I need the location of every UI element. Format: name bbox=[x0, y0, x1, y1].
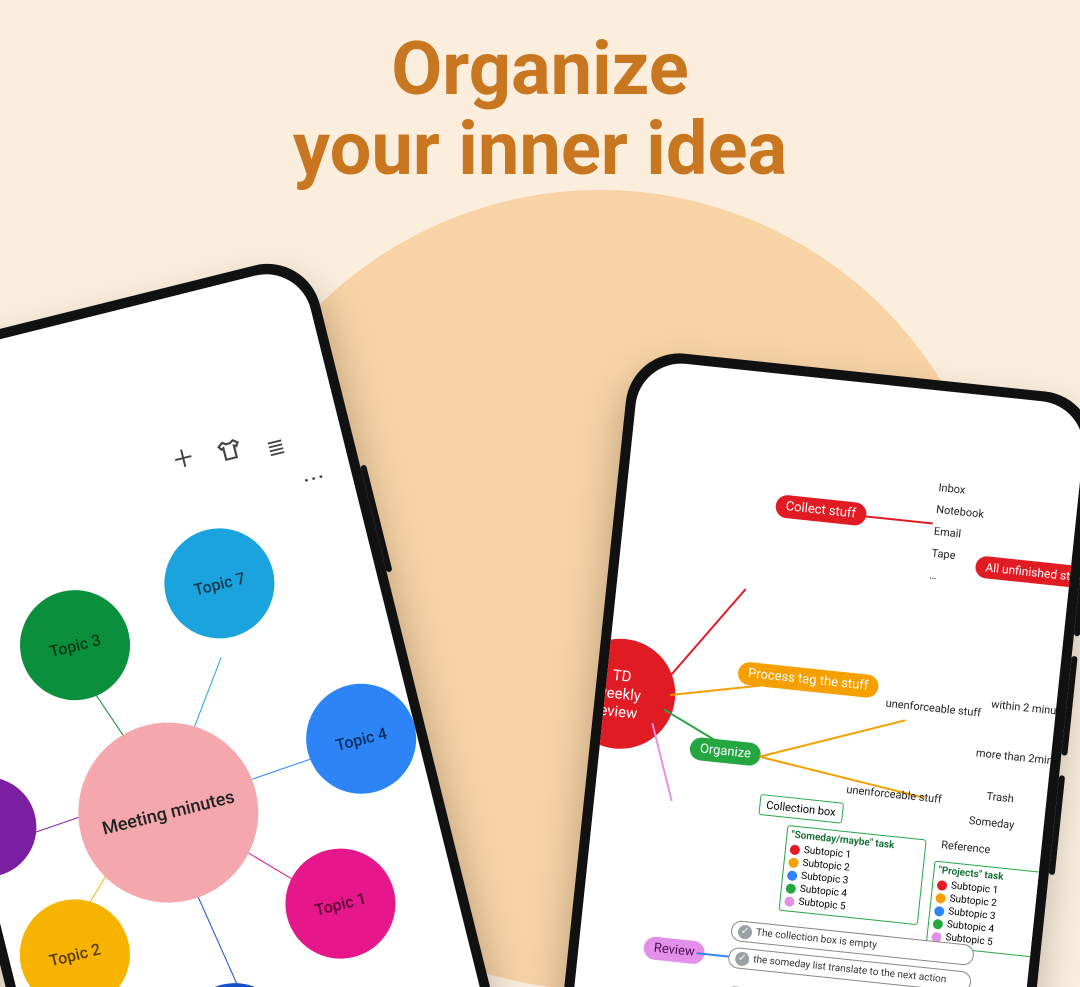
bullet-icon bbox=[785, 883, 796, 894]
node-label: Topic 2 bbox=[47, 939, 102, 970]
branch-organize[interactable]: Organize bbox=[689, 736, 762, 766]
headline-line2: your inner idea bbox=[293, 106, 787, 193]
bullet-icon bbox=[788, 857, 799, 868]
bullet-icon bbox=[934, 905, 945, 916]
task-someday[interactable]: "Someday/maybe" task Subtopic 1 Subtopic… bbox=[778, 825, 926, 925]
mindmap-node-topic3[interactable]: Topic 3 bbox=[8, 578, 141, 711]
box-collection[interactable]: Collection box bbox=[758, 794, 843, 824]
node-label: Topic 3 bbox=[47, 630, 102, 661]
bullet-icon bbox=[789, 844, 800, 855]
branch-all-unfinished[interactable]: All unfinished stuff bbox=[974, 555, 1080, 589]
gtd-tree-canvas[interactable]: TD veekly eview Collect stuff Inbox Note… bbox=[542, 359, 1080, 987]
leaf-notebook[interactable]: Notebook bbox=[936, 503, 985, 521]
branch-collect[interactable]: Collect stuff bbox=[775, 494, 867, 526]
mindmap-node-topic7[interactable]: Topic 7 bbox=[153, 517, 286, 650]
headline-line1: Organize bbox=[391, 26, 688, 113]
leaf-trash[interactable]: Trash bbox=[986, 790, 1015, 806]
connector bbox=[651, 723, 672, 801]
leaf-unenforceable-1[interactable]: unenforceable stuff bbox=[885, 697, 982, 720]
bullet-icon bbox=[932, 918, 943, 929]
headline: Organize your inner idea bbox=[0, 30, 1080, 190]
leaf-inbox[interactable]: Inbox bbox=[938, 481, 966, 497]
leaf-more2min[interactable]: more than 2minutes bbox=[975, 746, 1074, 769]
node-label: Topic 1 bbox=[313, 888, 368, 919]
bullet-icon bbox=[937, 879, 948, 890]
phone-side-button bbox=[1049, 775, 1065, 875]
mindmap-node-topic4[interactable]: Topic 4 bbox=[294, 672, 427, 805]
root-label: TD veekly eview bbox=[597, 665, 644, 723]
leaf-unenforceable-2[interactable]: unenforceable stuff bbox=[846, 783, 943, 806]
mindmap-node-topic6[interactable]: c 6 bbox=[0, 766, 47, 887]
mindmap-node-topic1[interactable]: Topic 1 bbox=[274, 837, 407, 970]
mindmap-center-node[interactable]: Meeting minutes bbox=[59, 703, 277, 921]
bullet-icon bbox=[935, 892, 946, 903]
leaf-email[interactable]: Email bbox=[933, 525, 961, 541]
center-label: Meeting minutes bbox=[100, 786, 237, 839]
connector bbox=[759, 719, 905, 757]
phone-side-button bbox=[1074, 576, 1080, 636]
promo-stage: Organize your inner idea ‹ ↶ + ≣ ⋮ bbox=[0, 0, 1080, 987]
leaf-reference[interactable]: Reference bbox=[941, 838, 991, 856]
node-label: Topic 7 bbox=[192, 568, 247, 599]
node-label: Topic 4 bbox=[334, 723, 389, 754]
connector bbox=[666, 588, 746, 680]
branch-process[interactable]: Process tag the stuff bbox=[737, 661, 879, 699]
connector bbox=[863, 515, 933, 524]
connector bbox=[670, 685, 760, 696]
leaf-tape[interactable]: Tape bbox=[931, 547, 956, 562]
phone-side-button bbox=[1061, 656, 1077, 756]
bullet-icon bbox=[787, 870, 798, 881]
phone-screen: TD veekly eview Collect stuff Inbox Note… bbox=[542, 359, 1080, 987]
task-row: Subtopic 5 bbox=[798, 897, 846, 913]
leaf-more[interactable]: … bbox=[929, 568, 938, 582]
branch-review[interactable]: Review bbox=[643, 936, 706, 965]
mindmap-node-topic2[interactable]: Topic 2 bbox=[8, 888, 141, 987]
leaf-within2min[interactable]: within 2 minutes bbox=[991, 698, 1072, 719]
leaf-someday[interactable]: Someday bbox=[968, 814, 1015, 832]
bullet-icon bbox=[784, 896, 795, 907]
